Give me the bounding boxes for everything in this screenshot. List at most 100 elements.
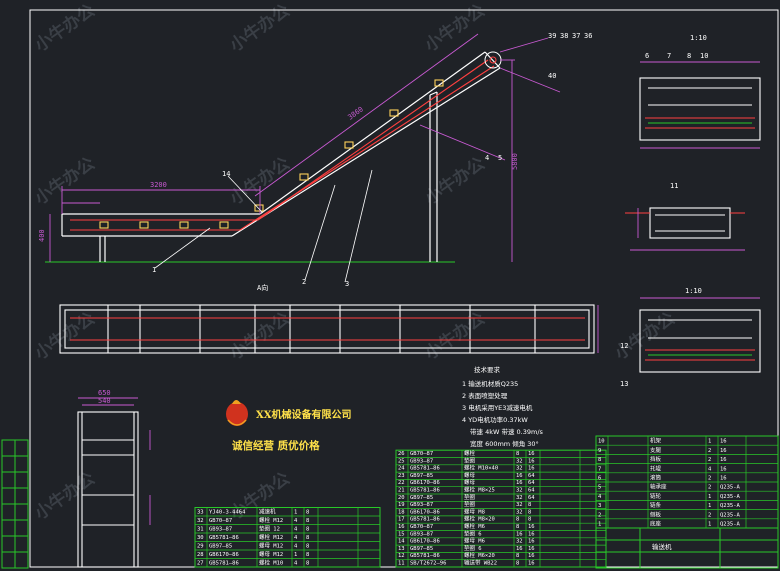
bom-cell: 8 <box>516 561 519 567</box>
bom-cell: Q235-A <box>720 503 741 509</box>
callout-10: 10 <box>700 52 708 60</box>
bom-cell: 8 <box>306 544 309 550</box>
bom-cell: 16 <box>720 457 727 463</box>
bom-cell: 64 <box>528 480 535 486</box>
bom-cell: GB93—87 <box>410 458 433 464</box>
bom-cell: 垫圈 6 <box>464 544 482 552</box>
bom-cell: 21 <box>398 488 405 494</box>
bom-cell: 64 <box>528 473 535 479</box>
bom-cell: 螺栓 M10×40 <box>464 464 498 472</box>
bom-cell: 32 <box>516 458 523 464</box>
bom-cell: 16 <box>720 439 727 445</box>
bom-cell: 1 <box>708 503 711 509</box>
bom-cell: 螺栓 M6×20 <box>464 551 495 559</box>
bom-cell: 螺母 M12 <box>259 550 283 558</box>
bom-cell: 16 <box>528 466 535 472</box>
bom-cell: 16 <box>720 476 727 482</box>
watermark-text: 小牛办公 <box>226 308 294 364</box>
bom-cell: 4 <box>708 466 712 472</box>
bom-table-middle: 26 GB70—87 螺栓 8 1625 GB93—87 垫圈 32 1624 GB5781—86… <box>395 449 607 568</box>
bom-cell: 18 <box>398 509 405 515</box>
note-item-1: 1 输送机材质Q235 <box>462 379 518 388</box>
bom-cell: 31 <box>197 527 204 533</box>
bom-cell: 8 <box>598 457 601 463</box>
watermark-text: 小牛办公 <box>31 153 99 209</box>
bom-cell: 28 <box>197 552 204 558</box>
bom-cell: GB93—87 <box>410 531 433 537</box>
bom-cell: 底座 <box>650 520 662 528</box>
bom-cell: 垫圈 12 <box>259 525 280 533</box>
bom-cell: 侧板 <box>650 510 662 518</box>
callout-12: 12 <box>620 342 628 350</box>
bom-cell: GB97—85 <box>410 495 433 501</box>
bom-cell: 13 <box>398 546 405 552</box>
bom-cell: 2 <box>708 457 711 463</box>
bom-cell: 4 <box>294 527 298 533</box>
bom-cell: 垫圈 6 <box>464 529 482 537</box>
bom-cell: 6 <box>598 476 601 482</box>
bom-cell: 5 <box>598 485 601 491</box>
bom-cell: 1 <box>708 494 711 500</box>
bom-cell: 4 <box>294 561 298 567</box>
watermark-text: 小牛办公 <box>421 153 489 209</box>
bom-cell: 托辊 <box>650 464 662 472</box>
callout-40: 40 <box>548 72 556 80</box>
bom-cell: 19 <box>398 502 405 508</box>
bom-cell: GB70—87 <box>410 524 433 530</box>
title-block <box>595 527 779 569</box>
bom-cell: 减速机 <box>259 508 276 516</box>
bom-cell: 4 <box>294 535 298 541</box>
title-block-label: 输送机 <box>652 542 672 551</box>
view-label-bottom: 1:10 <box>685 287 702 295</box>
bom-cell: 8 <box>306 510 309 516</box>
bom-cell: GB6170—86 <box>209 552 239 558</box>
watermark-text: 小牛办公 <box>31 468 99 524</box>
bom-cell: 32 <box>516 502 523 508</box>
note-item-2: 2 表面喷塑处理 <box>462 391 508 400</box>
bom-cell: GB5781—86 <box>209 535 239 541</box>
bom-cell: GB93—87 <box>209 527 232 533</box>
bom-cell: 垫圈 <box>464 493 476 501</box>
bom-cell: GB5781—86 <box>410 488 440 494</box>
bom-cell: 16 <box>528 451 535 457</box>
bom-cell: 挡板 <box>650 455 662 463</box>
bom-cell: 20 <box>398 495 405 501</box>
bom-cell: 17 <box>398 517 405 523</box>
bom-cell: GB6170—86 <box>410 539 440 545</box>
bom-cell: 16 <box>398 524 405 530</box>
bom-cell: 10 <box>598 439 605 445</box>
bom-cell: 16 <box>528 524 535 530</box>
bom-cell: 2 <box>598 512 601 518</box>
bom-cell: 15 <box>398 531 405 537</box>
bom-cell: GB5781—86 <box>209 561 239 567</box>
bom-cell: 14 <box>398 539 405 545</box>
bom-cell: 8 <box>306 518 309 524</box>
bom-cell: 螺母 M6 <box>464 537 485 545</box>
bom-cell: 螺栓 M12 <box>259 533 283 541</box>
bom-cell: GB6170—86 <box>410 509 440 515</box>
view-label-a: A向 <box>257 283 268 292</box>
bom-cell: 7 <box>598 466 601 472</box>
note-item-3: 3 电机采用YE3减速电机 <box>462 403 533 412</box>
bom-cell: 滚筒 <box>650 474 662 482</box>
bom-cell: 12 <box>398 553 405 559</box>
bom-cell: 64 <box>528 495 535 501</box>
bom-cell: 33 <box>197 510 204 516</box>
bom-cell: 8 <box>516 524 519 530</box>
callout-37: 37 <box>572 32 580 40</box>
bom-cell: 2 <box>708 476 711 482</box>
bom-cell: 螺母 <box>464 471 476 479</box>
section-view-middle <box>625 207 745 251</box>
technical-notes: 技术要求 1 输送机材质Q235 2 表面喷塑处理 3 电机采用YE3减速电机 … <box>462 365 544 448</box>
bom-cell: 25 <box>398 458 405 464</box>
bom-cell: 8 <box>306 561 309 567</box>
bom-cell: GB70—87 <box>209 518 232 524</box>
callout-36: 36 <box>584 32 592 40</box>
bom-cell: 8 <box>516 517 519 523</box>
bom-cell: 螺母 M12 <box>259 542 283 550</box>
bom-cell: SB/T2672—96 <box>410 561 446 567</box>
bom-cell: Q235-A <box>720 485 741 491</box>
dim-left-width: 650 <box>98 389 111 397</box>
callout-7: 7 <box>667 52 671 60</box>
dim-left-sub: 540 <box>98 397 111 405</box>
